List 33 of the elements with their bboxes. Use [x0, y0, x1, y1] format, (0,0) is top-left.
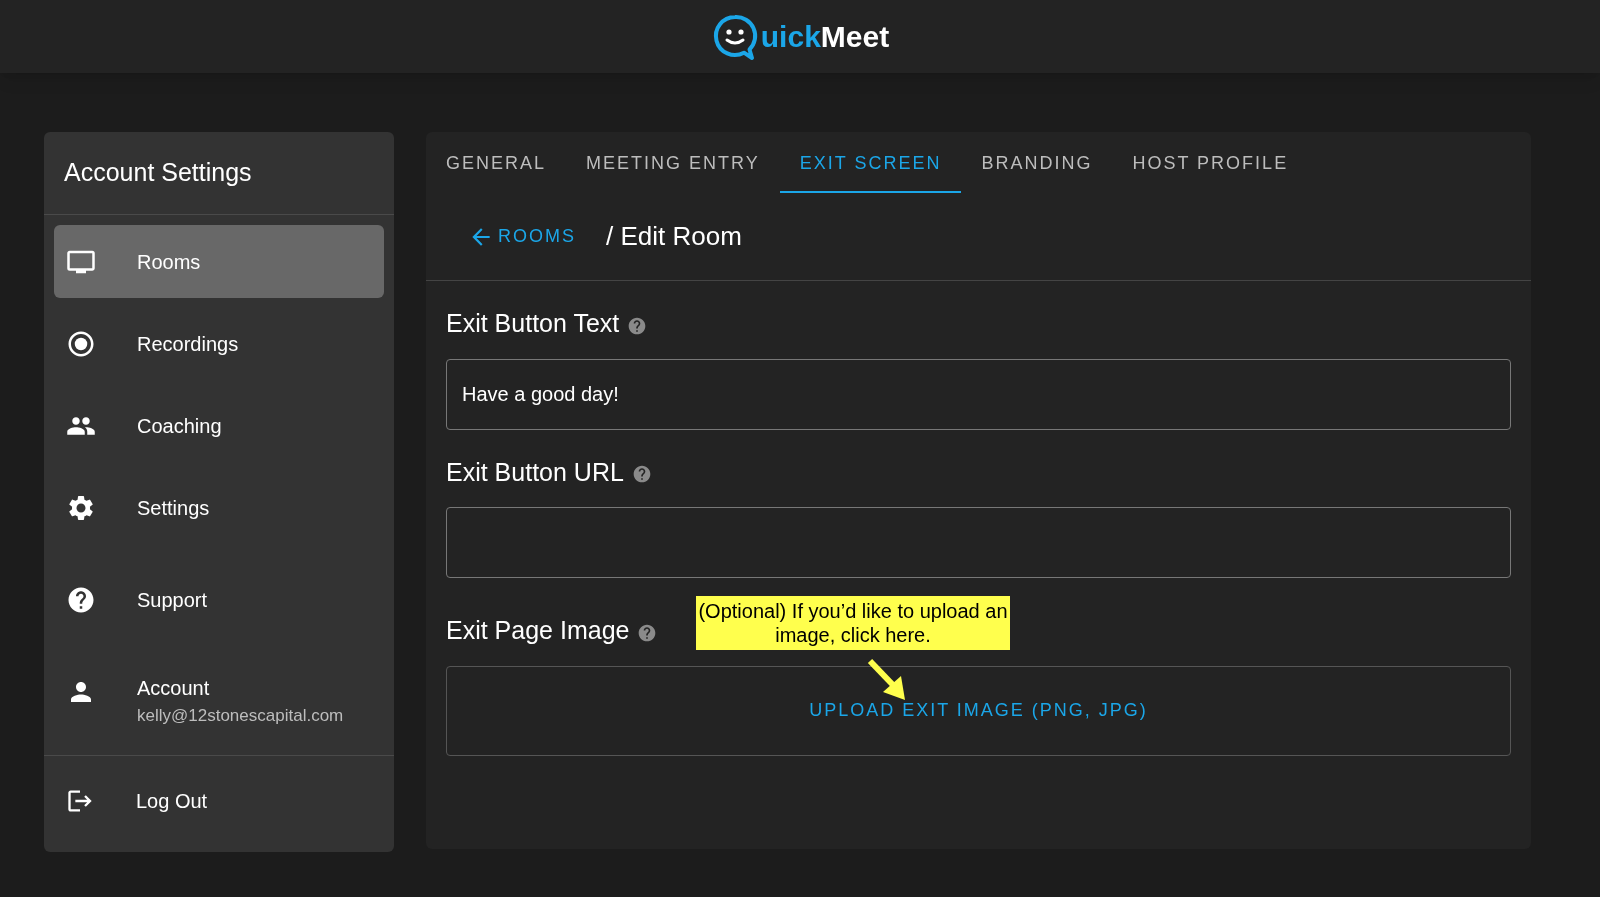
sidebar-item[interactable]: Coaching: [54, 389, 384, 462]
upload-button[interactable]: UPLOAD EXIT IMAGE (PNG, JPG): [801, 693, 1156, 728]
page-title: / Edit Room: [606, 220, 742, 253]
sidebar-item[interactable]: Account kelly@12stonescapital.com: [54, 659, 384, 743]
tab[interactable]: GENERAL: [426, 132, 567, 193]
callout-note: (Optional) If you’d like to upload an image, click here.: [696, 596, 1010, 650]
item-label: Coaching: [137, 413, 222, 439]
logo-text: uickMeet: [760, 19, 890, 55]
tab[interactable]: EXIT SCREEN: [779, 132, 962, 193]
logout-item[interactable]: Log Out: [44, 756, 394, 846]
sidebar-item[interactable]: Support: [54, 563, 384, 636]
item-subtitle: kelly@12stonescapital.com: [137, 705, 344, 728]
help-icon: [637, 622, 658, 643]
tab[interactable]: HOST PROFILE: [1112, 132, 1309, 193]
item-label: Recordings: [137, 331, 239, 357]
item-label: Rooms: [137, 249, 201, 275]
sidebar-title: Account Settings: [64, 157, 252, 189]
field-label: Exit Button Text: [446, 308, 620, 339]
text-field[interactable]: [446, 507, 1511, 578]
item-label: Account: [137, 676, 211, 702]
sidebar-item[interactable]: Settings: [54, 471, 384, 544]
help-icon: [627, 315, 648, 336]
sidebar-item[interactable]: Recordings: [54, 307, 384, 380]
text-field[interactable]: Have a good day!: [446, 358, 1511, 430]
item-label: Settings: [137, 495, 210, 521]
item-label: Support: [137, 587, 208, 613]
field-label: Exit Page Image: [446, 615, 630, 646]
help-icon: [631, 464, 652, 485]
tab[interactable]: MEETING ENTRY: [566, 132, 780, 193]
back-link[interactable]: ROOMS: [468, 223, 576, 250]
tab[interactable]: BRANDING: [961, 132, 1113, 193]
sidebar-item[interactable]: Rooms: [54, 225, 384, 298]
field-label: Exit Button URL: [446, 456, 624, 488]
